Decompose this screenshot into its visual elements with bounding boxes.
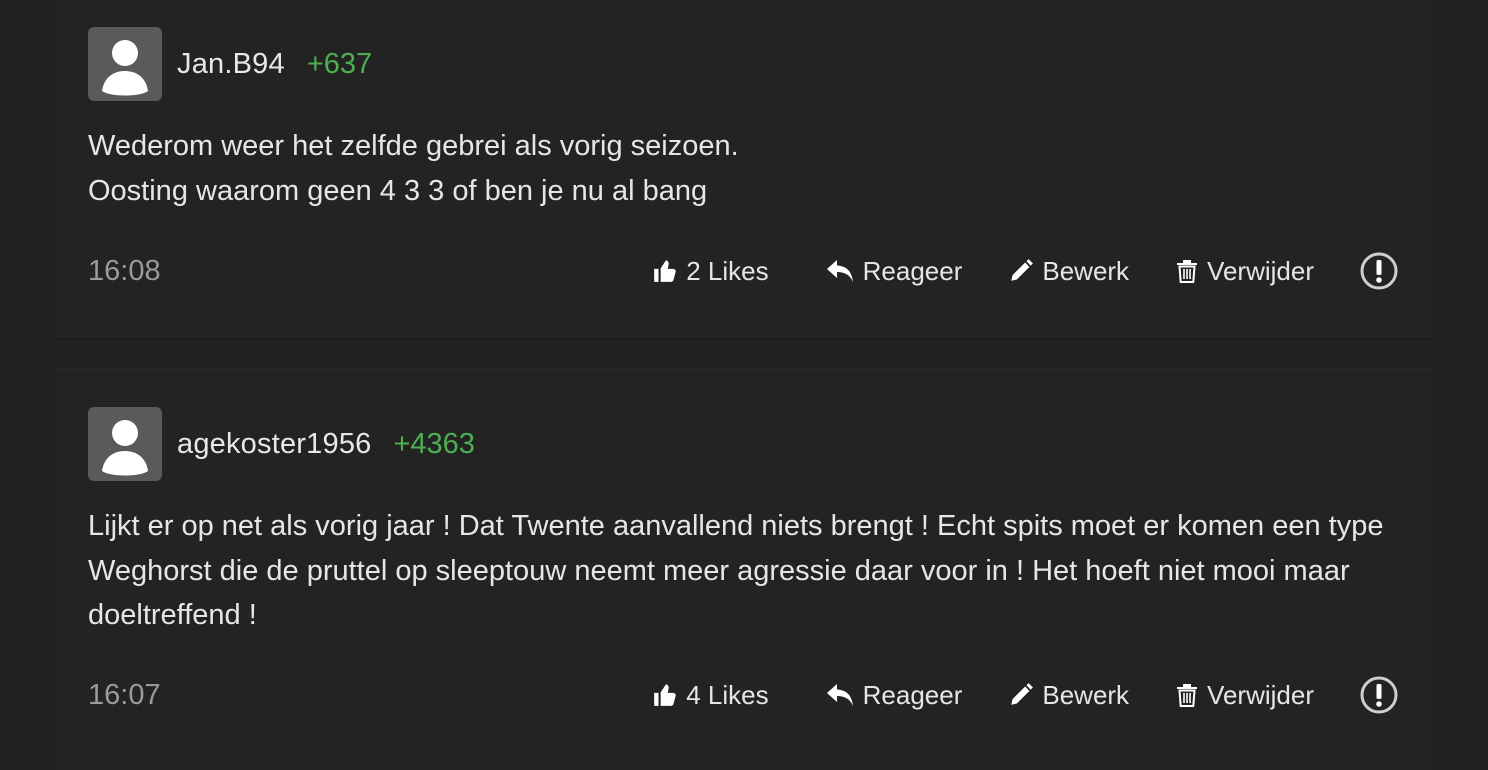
exclamation-circle-icon <box>1360 676 1398 714</box>
delete-button[interactable]: Verwijder <box>1175 680 1314 711</box>
edit-label: Bewerk <box>1042 679 1130 710</box>
comment-card: agekoster1956 +4363 Lijkt er op net als … <box>56 368 1432 770</box>
user-silhouette-icon <box>102 420 148 476</box>
exclamation-circle-icon <box>1360 252 1398 290</box>
delete-label: Verwijder <box>1207 255 1314 286</box>
user-silhouette-icon <box>102 40 148 96</box>
like-button[interactable]: 4 Likes <box>652 679 769 711</box>
comment-text: Lijkt er op net als vorig jaar ! Dat Twe… <box>88 504 1398 638</box>
reply-label: Reageer <box>862 679 963 710</box>
thumbs-up-icon <box>654 684 676 706</box>
delete-label: Verwijder <box>1207 679 1314 710</box>
comment-actions: 4 Likes Reageer Bewerk Verwijder <box>652 676 1398 714</box>
username[interactable]: Jan.B94 <box>177 48 285 81</box>
trash-icon <box>1177 684 1198 707</box>
timestamp: 16:08 <box>88 254 161 287</box>
comment-feed: Jan.B94 +637 Wederom weer het zelfde geb… <box>0 0 1488 770</box>
comment-footer: 16:07 4 Likes Reageer Bewerk Verwijder <box>88 673 1398 717</box>
comment-header: agekoster1956 +4363 <box>88 407 475 481</box>
reply-arrow-icon <box>826 260 853 282</box>
comment-text: Wederom weer het zelfde gebrei als vorig… <box>88 124 1398 213</box>
edit-button[interactable]: Bewerk <box>1008 256 1129 287</box>
username[interactable]: agekoster1956 <box>177 428 371 461</box>
comment-text-line: Oosting waarom geen 4 3 3 of ben je nu a… <box>88 174 708 207</box>
comment-header: Jan.B94 +637 <box>88 27 372 101</box>
thumbs-up-icon <box>654 260 676 282</box>
reply-button[interactable]: Reageer <box>825 255 963 287</box>
comment-text-line: Wederom weer het zelfde gebrei als vorig… <box>88 130 739 162</box>
pencil-icon <box>1011 259 1034 281</box>
reply-button[interactable]: Reageer <box>825 679 963 711</box>
like-button[interactable]: 2 Likes <box>652 255 769 287</box>
likes-count: 4 Likes <box>686 679 769 710</box>
edit-label: Bewerk <box>1042 255 1130 286</box>
user-score: +4363 <box>393 427 475 460</box>
report-button[interactable] <box>1360 676 1398 714</box>
avatar[interactable] <box>88 407 162 481</box>
comment-actions: 2 Likes Reageer Bewerk Verwijder <box>652 252 1398 290</box>
user-score: +637 <box>306 47 373 80</box>
reply-label: Reageer <box>862 255 963 286</box>
reply-arrow-icon <box>826 684 853 706</box>
comment-card: Jan.B94 +637 Wederom weer het zelfde geb… <box>56 0 1432 340</box>
report-button[interactable] <box>1360 252 1398 290</box>
delete-button[interactable]: Verwijder <box>1175 256 1314 287</box>
comment-text-line: Lijkt er op net als vorig jaar ! Dat Twe… <box>88 510 1384 631</box>
likes-count: 2 Likes <box>686 255 769 286</box>
edit-button[interactable]: Bewerk <box>1008 680 1129 711</box>
comment-footer: 16:08 2 Likes Reageer Bewerk Verwijder <box>88 249 1398 293</box>
trash-icon <box>1177 260 1198 283</box>
timestamp: 16:07 <box>88 678 161 711</box>
pencil-icon <box>1011 683 1034 705</box>
avatar[interactable] <box>88 27 162 101</box>
